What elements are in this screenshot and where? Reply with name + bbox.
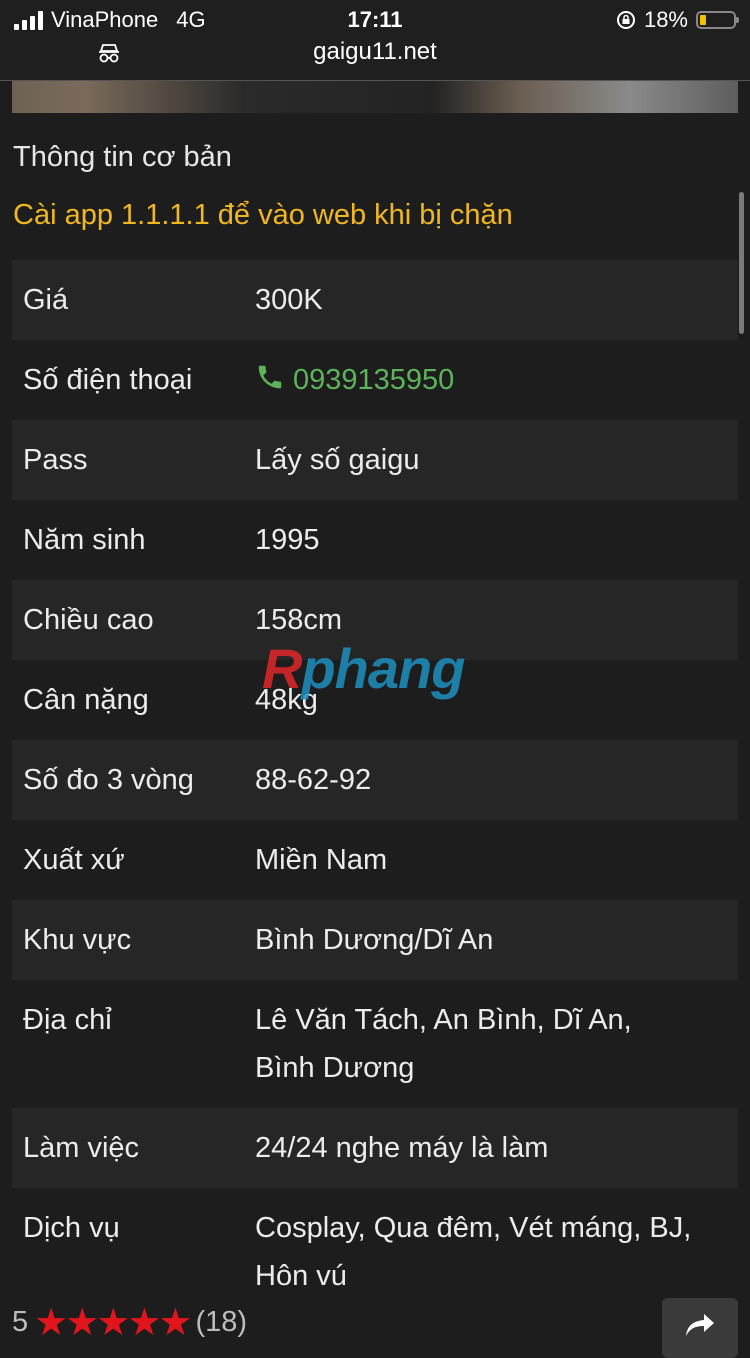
table-row: Xuất xứ Miền Nam	[12, 820, 738, 900]
battery-percent: 18%	[643, 7, 688, 32]
star-icon[interactable]: ★★★★★	[34, 1300, 192, 1345]
status-bar: VinaPhone 4G 17:11 18% gaigu11.net	[0, 0, 750, 81]
notice-link[interactable]: Cài app 1.1.1.1 để vào web khi bị chặn	[13, 199, 513, 232]
row-value: Cosplay, Qua đêm, Vét máng, BJ, Hôn vú	[255, 1212, 692, 1292]
info-table: Giá 300K Số điện thoại 0939135950 Pass L…	[12, 260, 738, 1316]
url-bar[interactable]: gaigu11.net	[0, 38, 750, 66]
table-row: Năm sinh 1995	[12, 500, 738, 580]
row-label: Xuất xứ	[23, 844, 125, 876]
phone-number: 0939135950	[293, 364, 455, 396]
row-label: Chiều cao	[23, 604, 154, 636]
row-value: 24/24 nghe máy là làm	[255, 1132, 549, 1164]
scrollbar[interactable]	[739, 192, 744, 334]
row-value: Bình Dương/Dĩ An	[255, 924, 494, 956]
share-button[interactable]	[662, 1298, 738, 1358]
row-label: Dịch vụ	[23, 1212, 120, 1244]
rating-bar: 5 ★★★★★ (18)	[12, 1300, 247, 1345]
row-label: Số đo 3 vòng	[23, 764, 194, 796]
table-row: Địa chỉ Lê Văn Tách, An Bình, Dĩ An, Bìn…	[12, 980, 738, 1108]
row-label: Khu vực	[23, 924, 132, 956]
row-label: Cân nặng	[23, 684, 149, 716]
row-value: Lê Văn Tách, An Bình, Dĩ An, Bình Dương	[255, 1004, 632, 1084]
lock-rotation-icon	[616, 11, 635, 29]
table-row: Số điện thoại 0939135950	[12, 340, 738, 420]
profile-photo-strip[interactable]	[12, 81, 738, 113]
rating-count: (18)	[195, 1306, 248, 1338]
table-row: Số đo 3 vòng 88-62-92	[12, 740, 738, 820]
rating-score: 5	[12, 1306, 29, 1338]
phone-icon	[258, 365, 282, 389]
table-row: Làm việc 24/24 nghe máy là làm	[12, 1108, 738, 1188]
row-label: Giá	[23, 284, 69, 316]
row-value: Lấy số gaigu	[255, 444, 420, 476]
row-label: Pass	[23, 444, 88, 476]
row-value: 1995	[255, 524, 320, 556]
row-label: Địa chỉ	[23, 1004, 112, 1036]
row-value: Miền Nam	[255, 844, 388, 876]
row-label: Năm sinh	[23, 524, 146, 556]
battery-icon	[696, 11, 739, 29]
table-row: Pass Lấy số gaigu	[12, 420, 738, 500]
share-icon	[686, 1314, 714, 1336]
watermark-logo: Rphang	[262, 637, 465, 700]
battery-info: 18%	[616, 7, 739, 33]
row-value: 88-62-92	[255, 764, 372, 796]
row-label: Làm việc	[23, 1132, 140, 1164]
phone-link[interactable]: 0939135950	[255, 356, 727, 404]
row-label: Số điện thoại	[23, 364, 193, 396]
table-row: Giá 300K	[12, 260, 738, 340]
row-value: 300K	[255, 284, 323, 316]
section-title: Thông tin cơ bản	[13, 141, 232, 173]
table-row: Dịch vụ Cosplay, Qua đêm, Vét máng, BJ, …	[12, 1188, 738, 1316]
table-row: Khu vực Bình Dương/Dĩ An	[12, 900, 738, 980]
